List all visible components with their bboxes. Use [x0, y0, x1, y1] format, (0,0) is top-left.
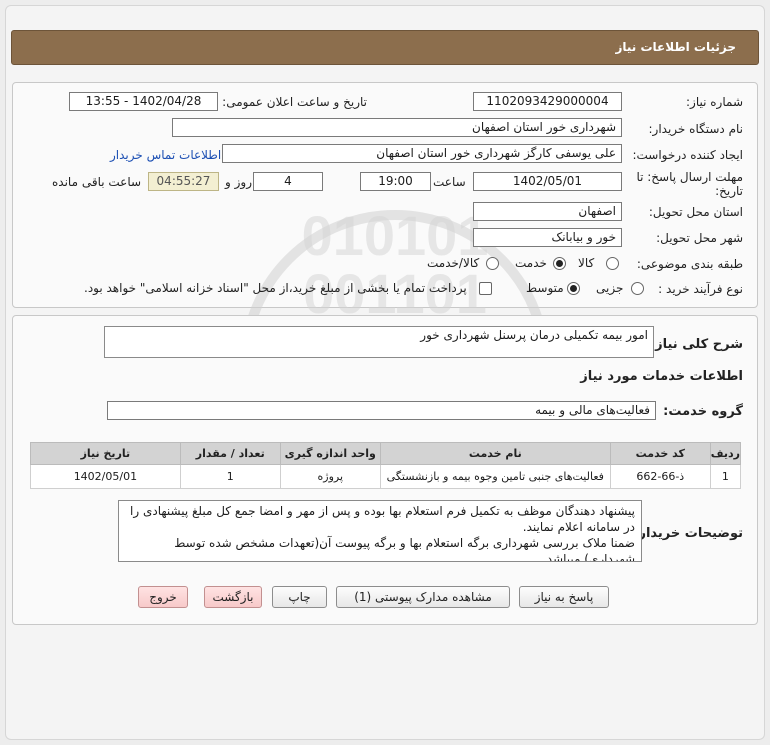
category-radio-goods-service[interactable]	[486, 257, 499, 270]
province-field: اصفهان	[473, 202, 622, 221]
need-number-label: شماره نیاز:	[686, 95, 743, 109]
need-summary-label: شرح کلی نیاز:	[649, 337, 743, 352]
deadline-time-field: 19:00	[360, 172, 431, 191]
view-attachments-button[interactable]: مشاهده مدارک پیوستی (1)	[336, 586, 510, 608]
process-radio-medium[interactable]	[567, 282, 580, 295]
col-header-service-code: کد خدمت	[609, 442, 711, 465]
services-heading: اطلاعات خدمات مورد نیاز	[580, 369, 743, 384]
deadline-date-field: 1402/05/01	[473, 172, 622, 191]
buyer-org-field: شهرداری خور استان اصفهان	[172, 118, 622, 137]
category-radio-goods[interactable]	[606, 257, 619, 270]
col-header-row-number: ردیف	[709, 442, 742, 465]
deadline-label-date: تاریخ:	[715, 184, 743, 198]
days-label: روز و	[225, 175, 252, 189]
deadline-time-label: ساعت	[433, 175, 466, 189]
need-info-panel	[12, 82, 758, 308]
table-row: 1 ذ-66-662 فعالیت‌های جنبی تامین وجوه بی…	[30, 464, 742, 489]
exit-button[interactable]: خروج	[138, 586, 188, 608]
deadline-label: مهلت ارسال پاسخ: تا	[636, 170, 743, 184]
page-title: جزئیات اطلاعات نیاز	[615, 40, 736, 54]
buyer-notes-line: در سامانه اعلام نمایند.	[522, 520, 635, 534]
city-label: شهر محل تحویل:	[656, 231, 743, 245]
buyer-notes-line: پیشنهاد دهندگان موظف به تکمیل فرم استعلا…	[130, 504, 635, 518]
process-label: نوع فرآیند خرید :	[658, 282, 743, 296]
process-radio-minor[interactable]	[631, 282, 644, 295]
process-option-medium: متوسط	[526, 281, 564, 295]
category-option-service: خدمت	[515, 256, 547, 270]
service-group-label: گروه خدمت:	[663, 404, 743, 419]
buyer-notes-box: پیشنهاد دهندگان موظف به تکمیل فرم استعلا…	[118, 500, 642, 562]
table-header-row: ردیف کد خدمت نام خدمت واحد اندازه گیری ت…	[30, 442, 742, 465]
service-group-field: فعالیت‌های مالی و بیمه	[107, 401, 656, 420]
announce-datetime-field: 1402/04/28 - 13:55	[69, 92, 218, 111]
province-label: استان محل تحویل:	[648, 205, 743, 219]
buyer-notes-line: ضمنا ملاک بررسی شهرداری برگه استعلام بها…	[174, 536, 635, 550]
creator-label: ایجاد کننده درخواست:	[632, 148, 743, 162]
buyer-notes-line: شهرداری) میباشد.	[542, 552, 635, 562]
cell-need-date: 1402/05/01	[30, 464, 181, 489]
print-button[interactable]: چاپ	[272, 586, 327, 608]
remaining-time-label: ساعت باقی مانده	[52, 175, 142, 189]
back-button[interactable]: بازگشت	[204, 586, 262, 608]
category-option-goods: کالا	[578, 256, 595, 270]
creator-field: علی یوسفی کارگز شهرداری خور استان اصفهان	[222, 144, 622, 163]
category-label: طبقه بندی موضوعی:	[636, 257, 743, 271]
announce-datetime-label: تاریخ و ساعت اعلان عمومی:	[222, 95, 367, 109]
page-header: جزئیات اطلاعات نیاز	[11, 30, 759, 65]
col-header-service-name: نام خدمت	[379, 442, 611, 465]
cell-service-code: ذ-66-662	[609, 464, 711, 489]
cell-row-number: 1	[709, 464, 742, 489]
category-radio-service[interactable]	[553, 257, 566, 270]
services-table: ردیف کد خدمت نام خدمت واحد اندازه گیری ت…	[30, 442, 742, 489]
buyer-notes-label: توضیحات خریدار:	[633, 526, 743, 541]
col-header-need-date: تاریخ نیاز	[30, 442, 181, 465]
days-remaining-field: 4	[253, 172, 323, 191]
buyer-contact-link[interactable]: اطلاعات تماس خریدار	[110, 148, 221, 162]
cell-quantity: 1	[179, 464, 281, 489]
cell-unit: پروژه	[279, 464, 381, 489]
treasury-payment-checkbox[interactable]	[479, 282, 492, 295]
cell-service-name: فعالیت‌های جنبی تامین وجوه بیمه و بازنشس…	[379, 464, 611, 489]
col-header-unit: واحد اندازه گیری	[279, 442, 381, 465]
city-field: خور و بیابانک	[473, 228, 622, 247]
category-option-goods-service: کالا/خدمت	[427, 256, 480, 270]
need-summary-field: امور بیمه تکمیلی درمان پرسنل شهرداری خور	[104, 326, 654, 358]
col-header-quantity: تعداد / مقدار	[179, 442, 281, 465]
process-option-minor: جزیی	[596, 281, 624, 295]
reply-button[interactable]: پاسخ به نیاز	[519, 586, 609, 608]
need-number-field: 1102093429000004	[473, 92, 622, 111]
treasury-payment-note: پرداخت تمام یا بخشی از مبلغ خرید،از محل …	[84, 281, 467, 295]
remaining-time-field: 04:55:27	[148, 172, 219, 191]
buyer-org-label: نام دستگاه خریدار:	[648, 122, 744, 136]
